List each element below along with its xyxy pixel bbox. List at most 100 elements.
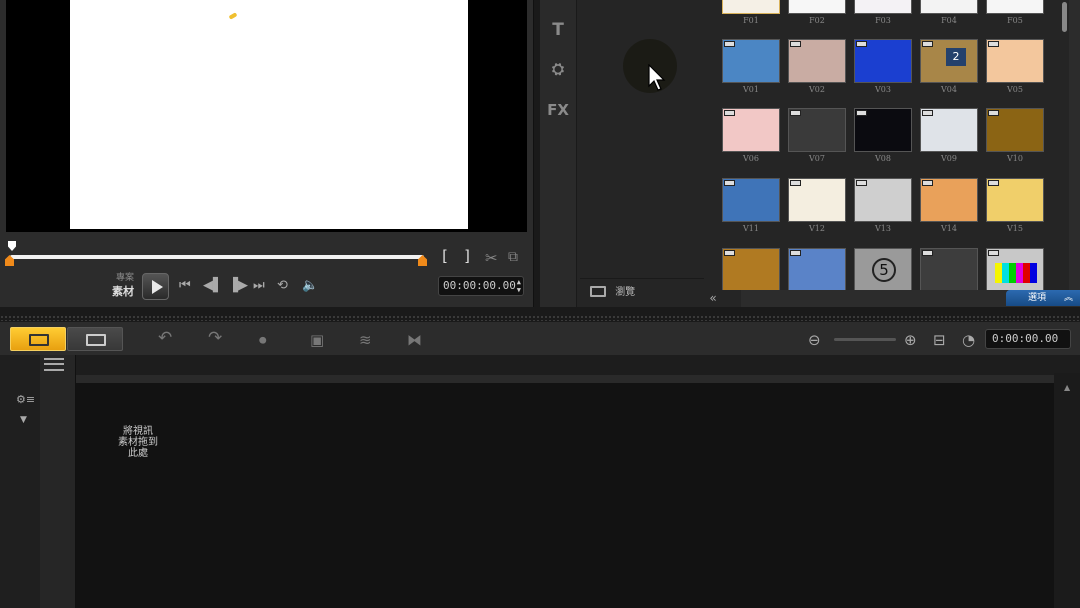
timeline-timecode[interactable]: 0:00:00.00: [985, 329, 1071, 349]
storyboard-drop-zone[interactable]: [76, 383, 1054, 608]
library-thumbnail[interactable]: [854, 178, 912, 222]
library-thumbnail[interactable]: [722, 178, 780, 222]
playhead-handle[interactable]: [8, 241, 16, 251]
title-category-icon[interactable]: T: [540, 20, 576, 40]
redo-icon[interactable]: ↷: [208, 330, 222, 347]
motion-tracking-icon[interactable]: ⧓: [407, 332, 422, 348]
storyboard-area: ⚙≡ ▼ 將視訊 素材拖到 此處 ▲: [0, 355, 1080, 608]
zoom-slider[interactable]: [834, 338, 896, 341]
video-badge-icon: [988, 110, 999, 116]
go-to-start-icon[interactable]: ⏮: [179, 279, 191, 293]
mode-project-label[interactable]: 專案: [108, 272, 134, 285]
thumbnail-label: V08: [875, 154, 891, 163]
test-pattern-bar: [995, 263, 1002, 283]
library-thumbnail[interactable]: [722, 248, 780, 290]
panel-splitter[interactable]: [0, 315, 1080, 321]
library-thumbnail[interactable]: [920, 178, 978, 222]
library-thumbnail[interactable]: [788, 178, 846, 222]
video-badge-icon: [724, 180, 735, 186]
library-thumbnail[interactable]: [920, 0, 978, 14]
library-scroll-thumb[interactable]: [1062, 2, 1067, 32]
library-thumbnail[interactable]: 2: [920, 39, 978, 83]
auto-music-icon[interactable]: ▣: [310, 332, 324, 348]
library-thumbnail[interactable]: [722, 108, 780, 152]
video-badge-icon: [724, 41, 735, 47]
library-thumbnail[interactable]: [854, 108, 912, 152]
thumbnail-label: F05: [1007, 16, 1023, 25]
library-scrollbar[interactable]: [1060, 0, 1069, 290]
track-manager-icon[interactable]: ⚙≡: [16, 393, 35, 406]
timeline-view-button[interactable]: [67, 327, 123, 351]
video-badge-icon: [724, 110, 735, 116]
preview-sparkle: [228, 12, 238, 20]
previous-frame-icon[interactable]: ◀▌: [203, 279, 223, 293]
collapse-library-icon[interactable]: «: [704, 290, 722, 306]
thumbnail-label: F03: [875, 16, 891, 25]
storyboard-ruler: [76, 375, 1054, 383]
library-thumbnail[interactable]: 5: [854, 248, 912, 290]
enlarge-preview-icon[interactable]: ⧉: [508, 249, 518, 265]
countdown-digit: 5: [872, 258, 896, 282]
library-thumbnail[interactable]: [722, 39, 780, 83]
filter-category-icon[interactable]: FX: [540, 101, 576, 119]
scrubber-bar[interactable]: [5, 241, 428, 269]
graphics-category-icon[interactable]: ⛭: [540, 60, 576, 78]
storyboard-scrollbar[interactable]: ▲: [1054, 373, 1080, 608]
mark-in-button[interactable]: [: [440, 247, 449, 265]
storyboard-view-button[interactable]: [10, 327, 66, 351]
library-thumbnail[interactable]: [986, 0, 1044, 14]
library-thumbnail-grid: F01 F02 F03 F04 F05 V01 V02 V03 2 V04 V05 V06 V07 V08…: [706, 0, 1060, 290]
zoom-in-icon[interactable]: ⊕: [904, 332, 917, 348]
library-thumbnail[interactable]: [854, 39, 912, 83]
fit-project-icon[interactable]: ⊟: [933, 332, 946, 348]
library-thumbnail[interactable]: [986, 178, 1044, 222]
play-button[interactable]: [142, 273, 169, 300]
test-pattern-bar: [1030, 263, 1037, 283]
timeline-icon: [86, 334, 106, 346]
thumbnail-label: V12: [809, 224, 825, 233]
library-thumbnail[interactable]: [788, 39, 846, 83]
library-thumbnail[interactable]: [788, 108, 846, 152]
browse-button[interactable]: 瀏覽: [580, 278, 704, 306]
track-dropdown-icon[interactable]: ▼: [20, 415, 27, 425]
options-button[interactable]: 選項 ︽: [1006, 290, 1080, 306]
volume-icon[interactable]: 🔈: [302, 279, 318, 293]
browse-label: 瀏覽: [615, 287, 636, 298]
preview-timecode[interactable]: 00:00:00.00 ▲ ▼: [438, 276, 524, 296]
video-badge-icon: [922, 180, 933, 186]
track-list-toggle[interactable]: [40, 355, 76, 373]
video-badge-icon: [856, 110, 867, 116]
library-thumbnail[interactable]: [854, 0, 912, 14]
audio-mixer-icon[interactable]: ≋: [359, 332, 372, 348]
play-mode-toggle[interactable]: 專案 素材: [108, 272, 134, 298]
thumbnail-label: V10: [1007, 154, 1023, 163]
library-thumbnail[interactable]: [788, 0, 846, 14]
mark-out-button[interactable]: ]: [463, 247, 472, 265]
thumbnail-label: V04: [941, 85, 957, 94]
library-thumbnail[interactable]: [986, 108, 1044, 152]
library-thumbnail[interactable]: [920, 108, 978, 152]
scroll-up-icon[interactable]: ▲: [1064, 383, 1070, 392]
test-pattern-bar: [1023, 263, 1030, 283]
undo-icon[interactable]: ↶: [158, 330, 172, 347]
next-frame-icon[interactable]: ▐▶: [228, 279, 248, 293]
zoom-out-icon[interactable]: ⊖: [808, 332, 821, 348]
timecode-stepper-icon[interactable]: ▲ ▼: [517, 278, 521, 294]
library-thumbnail[interactable]: [920, 248, 978, 290]
scrubber-track[interactable]: [10, 255, 424, 259]
list-view-icon: [44, 358, 64, 371]
video-badge-icon: [856, 180, 867, 186]
library-thumbnail[interactable]: [722, 0, 780, 14]
track-manager-bar: ⚙≡ ▼: [0, 355, 40, 608]
clock-digit: 2: [946, 48, 966, 66]
library-thumbnail[interactable]: [986, 39, 1044, 83]
record-capture-icon[interactable]: ⏺: [259, 332, 267, 348]
mode-clip-label[interactable]: 素材: [108, 285, 134, 298]
scissors-icon[interactable]: ✂: [485, 249, 498, 267]
repeat-icon[interactable]: ⟲: [277, 279, 288, 293]
go-to-end-icon[interactable]: ⏭: [253, 279, 265, 293]
library-thumbnail[interactable]: [986, 248, 1044, 290]
thumbnail-label: V07: [809, 154, 825, 163]
timeline-timecode-value: 0:00:00.00: [992, 332, 1059, 345]
library-thumbnail[interactable]: [788, 248, 846, 290]
